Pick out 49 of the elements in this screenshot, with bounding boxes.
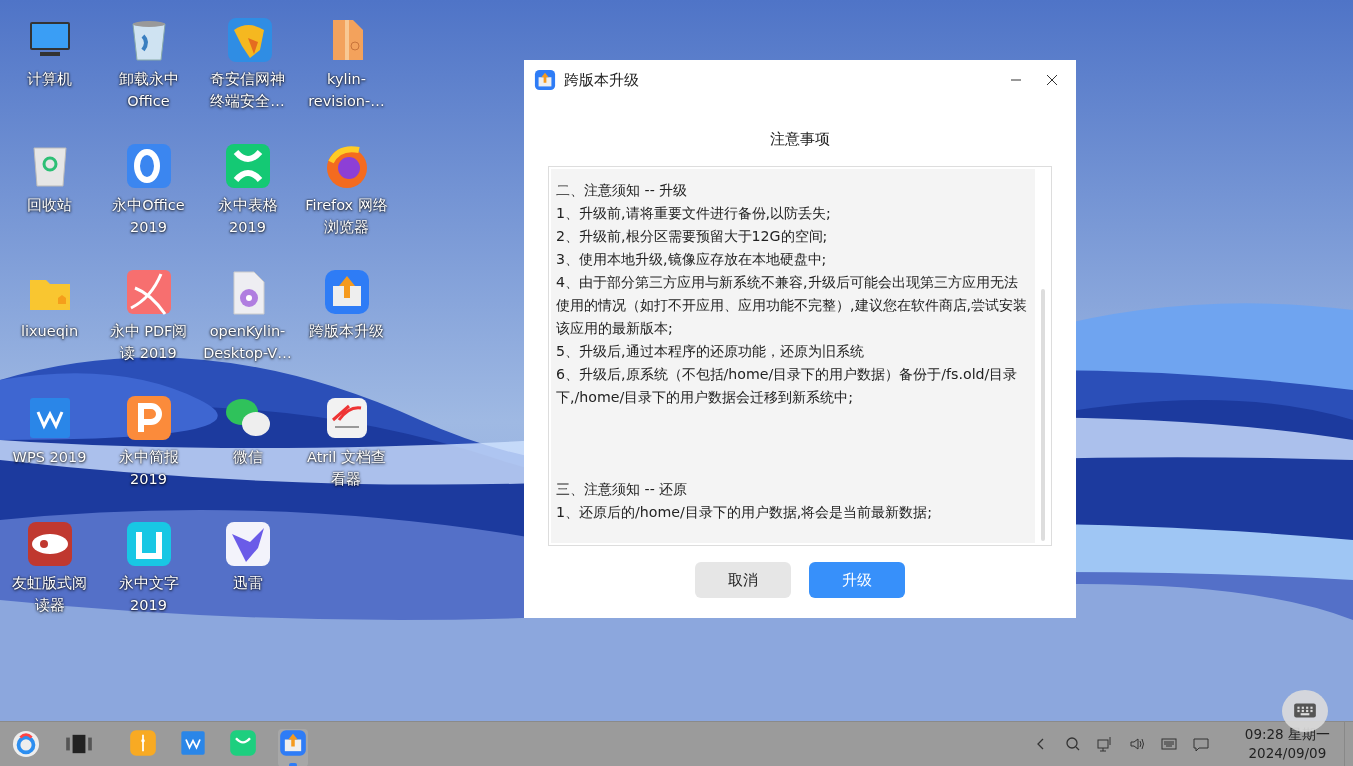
window-title: 跨版本升级: [564, 70, 640, 90]
close-icon: [1046, 74, 1058, 86]
icon-label[interactable]: 永中简报 2019: [118, 446, 179, 490]
icon-label[interactable]: openKylin- Desktop-V…: [203, 320, 292, 364]
scrollbar-thumb[interactable]: [1041, 289, 1045, 541]
icon-label[interactable]: 迅雷: [232, 572, 263, 594]
icon-label[interactable]: 永中文字 2019: [118, 572, 179, 616]
clock-date[interactable]: 2024/09/09: [1248, 744, 1327, 763]
eye-icon: [25, 520, 74, 568]
upgrade-button[interactable]: 升级: [809, 562, 905, 598]
notice-item: 2、升级前,根分区需要预留大于12G的空间;: [556, 227, 829, 246]
pdf-app-icon: [124, 268, 173, 316]
icon-label[interactable]: lixueqin: [20, 320, 79, 342]
icon-label[interactable]: 跨版本升级: [309, 320, 384, 342]
icon-label[interactable]: 永中Office 2019: [112, 194, 185, 238]
notice-item: 1、升级前,请将重要文件进行备份,以防丢失;: [556, 204, 832, 223]
icon-label[interactable]: kylin- revision-…: [308, 68, 385, 112]
icon-label[interactable]: WPS 2019: [12, 446, 87, 468]
section-heading: 三、注意须知 -- 还原: [556, 480, 689, 499]
icon-label[interactable]: Atril 文档查 看器: [307, 446, 386, 490]
app-icon: [124, 142, 173, 190]
icon-label[interactable]: 微信: [232, 446, 263, 468]
icon-label[interactable]: 友虹版式阅 读器: [12, 572, 87, 616]
notice-item: 6、升级后,原系统（不包括/home/目录下的用户数据）备份于/fs.old/目录下,/home/目录下的用户数据会迁移到新系统中;: [556, 365, 1019, 407]
upgrade-icon: [534, 69, 556, 91]
app-icon: [223, 142, 272, 190]
upgrade-icon: [279, 729, 307, 757]
taskbar-app-button[interactable]: [278, 729, 308, 766]
notice-item: 3、使用本地升级,镜像应存放在本地硬盘中;: [556, 250, 828, 269]
cancel-button[interactable]: 取消: [695, 562, 791, 598]
app-icon: [124, 520, 173, 568]
icon-label[interactable]: 回收站: [27, 194, 72, 216]
icon-label[interactable]: 奇安信网神 终端安全…: [210, 68, 285, 112]
icon-label[interactable]: 永中表格 2019: [217, 194, 278, 238]
icon-label[interactable]: 计算机: [27, 68, 72, 90]
start-menu-button[interactable]: [10, 728, 42, 760]
icon-label[interactable]: Firefox 网络 浏览器: [305, 194, 388, 238]
upgrade-icon: [322, 268, 371, 316]
app-icon: [179, 729, 207, 757]
app-icon: [124, 394, 173, 442]
icon-label[interactable]: 永中 PDF阅 读 2019: [109, 320, 188, 364]
notice-item: 5、升级后,通过本程序的还原功能，还原为旧系统: [556, 342, 865, 361]
dialog-heading: 注意事项: [769, 130, 831, 150]
icon-label[interactable]: 卸载永中 Office: [118, 68, 179, 112]
notice-item: 1、还原后的/home/目录下的用户数据,将会是当前最新数据;: [556, 503, 934, 522]
clock-time[interactable]: 09:28 星期一: [1244, 725, 1330, 744]
section-heading: 二、注意须知 -- 升级: [556, 181, 689, 200]
bird-icon: [223, 520, 272, 568]
notice-item: 4、由于部分第三方应用与新系统不兼容,升级后可能会出现第三方应用无法使用的情况（如打不开应用、应用功能不完整）,建议您在软件商店,尝试安装该应用的最新版本;: [556, 273, 1029, 338]
